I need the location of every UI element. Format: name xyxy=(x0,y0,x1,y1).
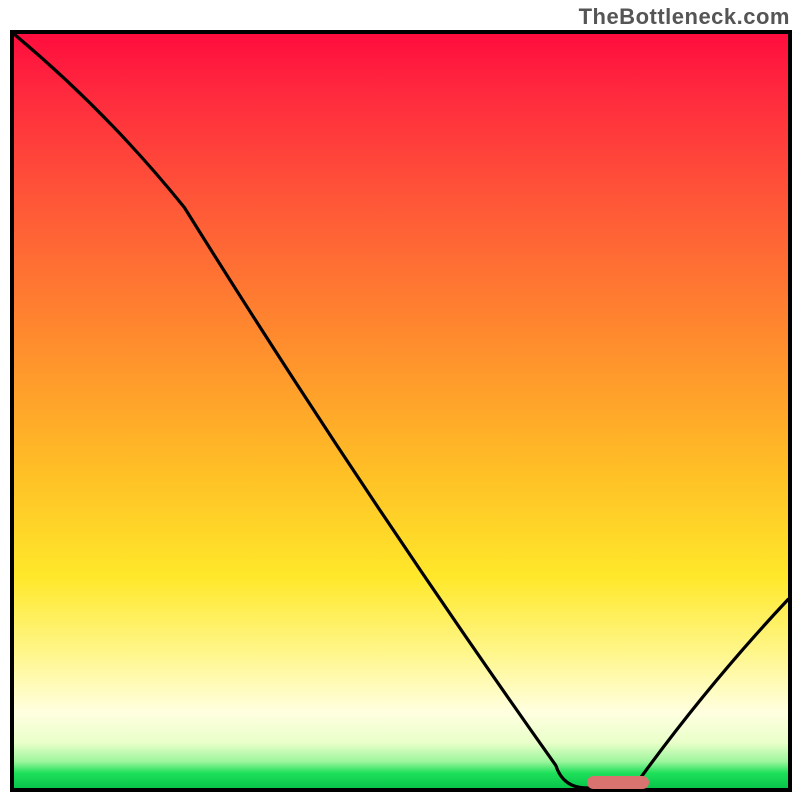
chart-line-curve xyxy=(14,34,788,788)
credit-text: TheBottleneck.com xyxy=(579,4,790,30)
chart-frame xyxy=(10,30,792,792)
optimal-range-marker xyxy=(587,776,649,789)
